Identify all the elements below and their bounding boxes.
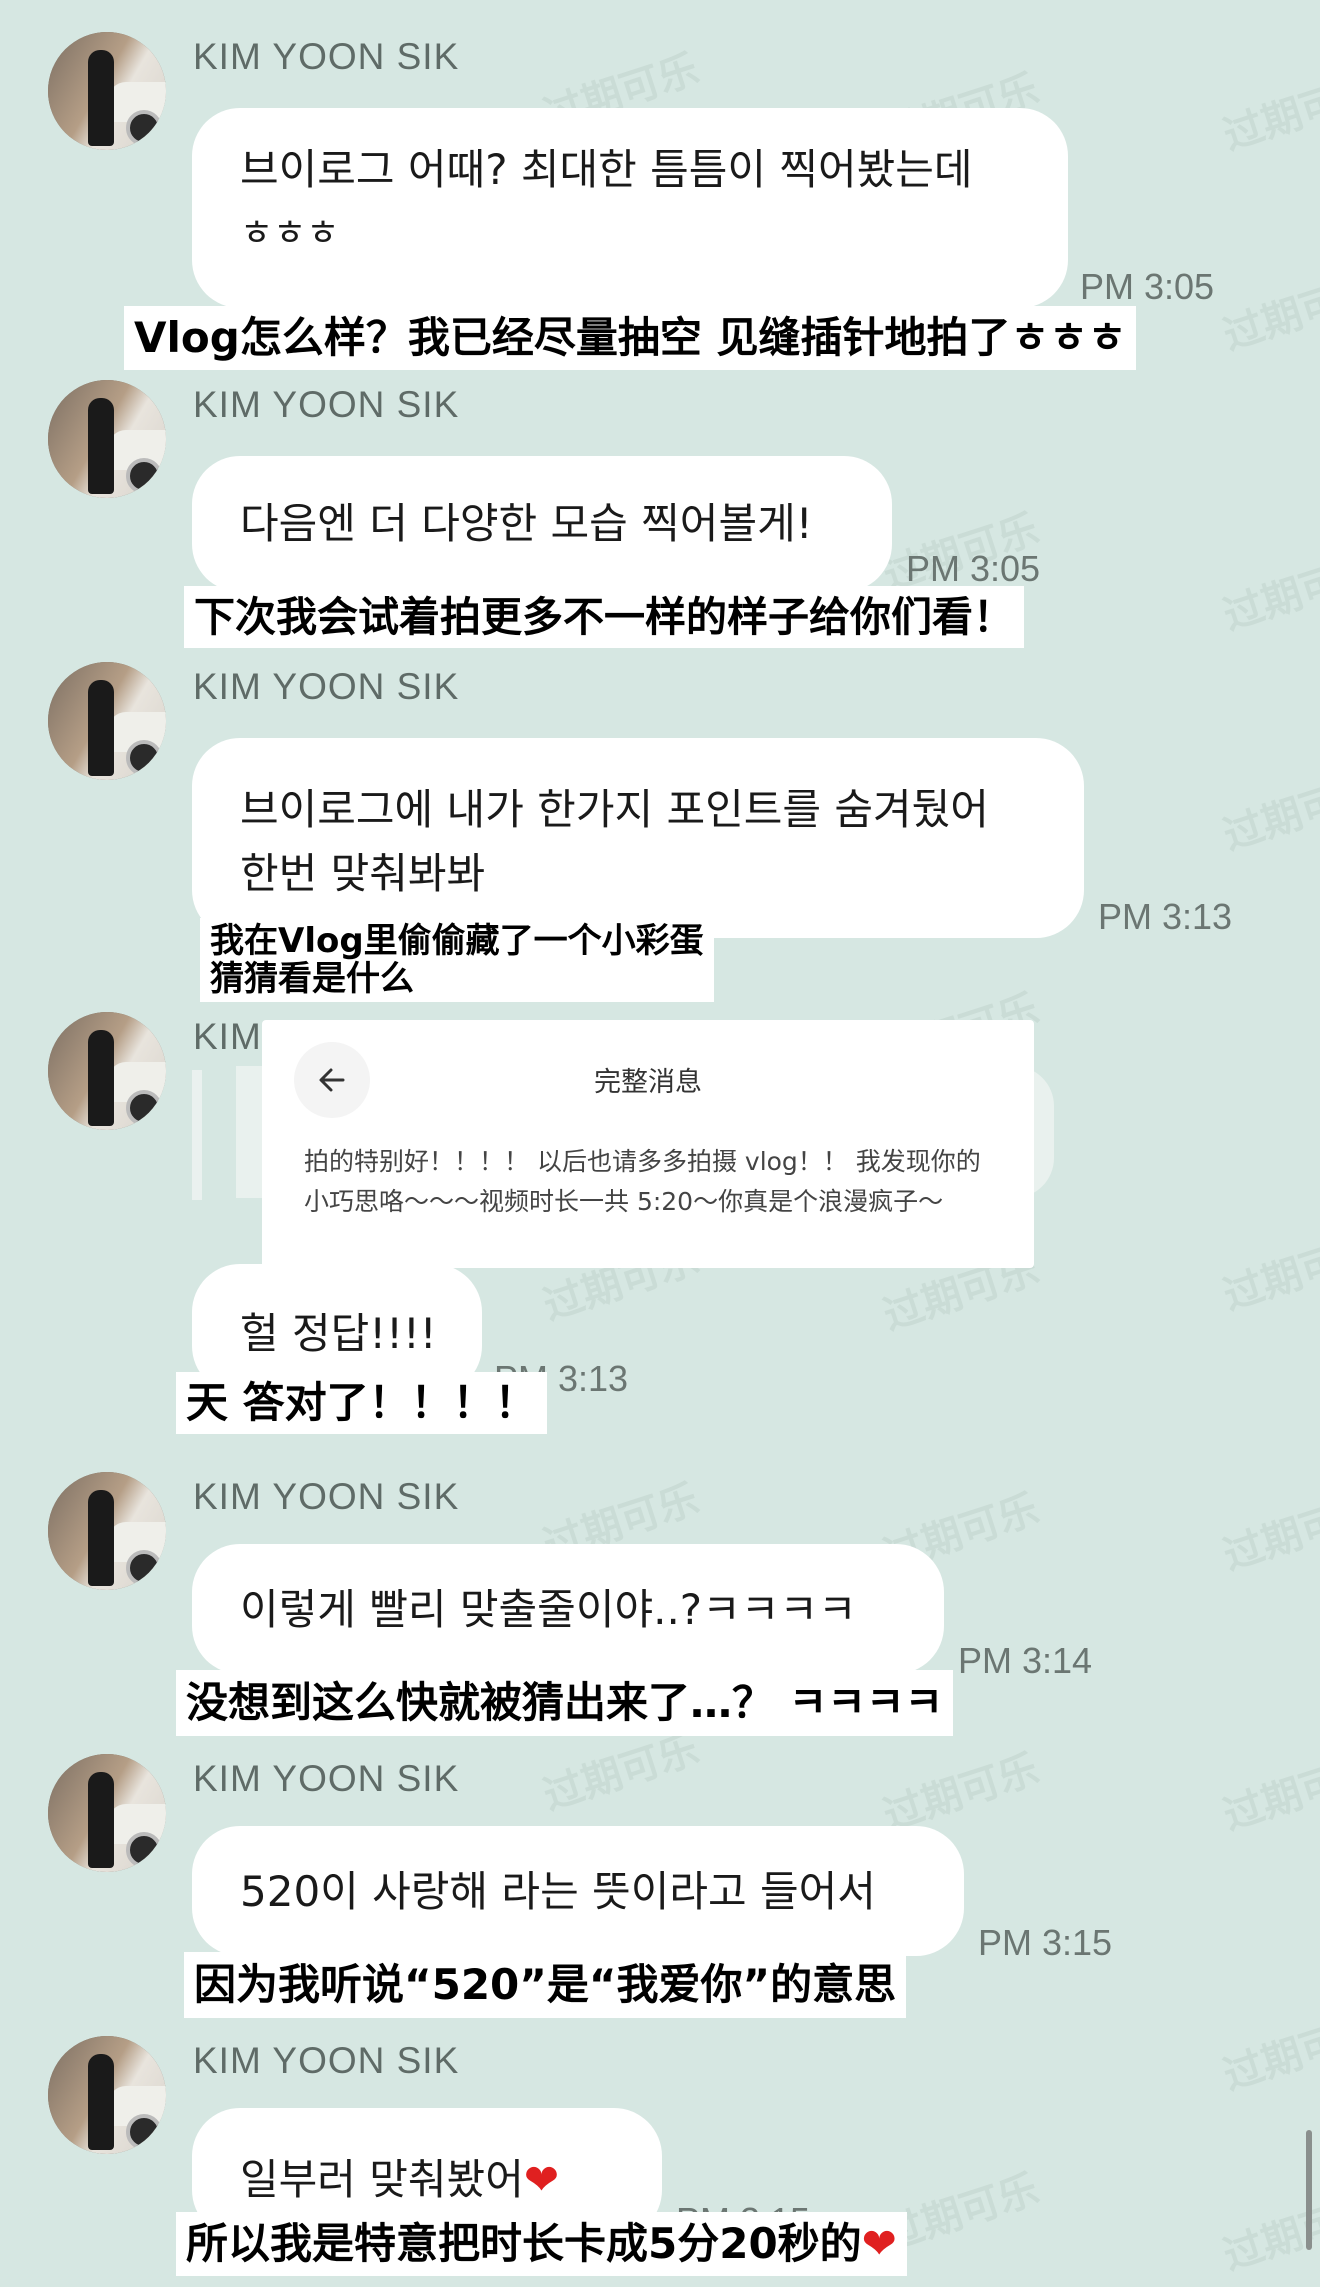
- message-text: 헐 정답!!!!: [240, 1309, 437, 1358]
- watermark: 过期可乐: [1218, 546, 1320, 640]
- message-time: PM 3:13: [1098, 896, 1233, 937]
- message-time: PM 3:14: [958, 1640, 1093, 1681]
- message-time: PM 3:05: [1080, 266, 1215, 307]
- watermark: 过期可乐: [1218, 766, 1320, 860]
- sender-name: KIM YOON SIK: [193, 36, 460, 77]
- translation-caption: 下次我会试着拍更多不一样的样子给你们看！: [184, 586, 1024, 648]
- avatar[interactable]: [48, 380, 166, 498]
- sender-name: KIM YOON SIK: [193, 666, 460, 707]
- message-text: 브이로그 어때? 최대한 틈틈이 찍어봤는데: [240, 145, 973, 194]
- watermark: 过期可乐: [1218, 66, 1320, 160]
- sender-name: KIM YOON SIK: [193, 2040, 460, 2081]
- hidden-bubble-edge: [192, 1070, 202, 1200]
- watermark: 过期可乐: [1218, 1486, 1320, 1580]
- translation-caption: 我在Vlog里偷偷藏了一个小彩蛋 猜猜看是什么: [200, 918, 714, 1002]
- translation-caption: 因为我听说“520”是“我爱你”的意思: [184, 1952, 907, 2018]
- translation-caption: 所以我是特意把时长卡成5分20秒的❤: [176, 2212, 907, 2276]
- panel-message-text: 拍的特别好！！！！ 以后也请多多拍摄 vlog！！ 我发现你的小巧思咯～～～视频…: [304, 1147, 981, 1216]
- sender-name: KIM YOON SIK: [193, 1016, 263, 1057]
- message-text: 다음엔 더 다양한 모습 찍어볼게!: [240, 499, 813, 548]
- translation-caption: 天 答对了！！！！: [176, 1372, 547, 1434]
- message-text: 520이 사랑해 라는 뜻이라고 들어서: [240, 1867, 876, 1916]
- translation-caption: Vlog怎么样？我已经尽量抽空 见缝插针地拍了ㅎㅎㅎ: [124, 306, 1137, 370]
- avatar[interactable]: [48, 1012, 166, 1130]
- watermark: 过期可乐: [1218, 2186, 1320, 2280]
- message-bubble[interactable]: 520이 사랑해 라는 뜻이라고 들어서: [192, 1826, 964, 1956]
- avatar[interactable]: [48, 1472, 166, 1590]
- heart-icon: ❤: [861, 2219, 897, 2268]
- watermark: 过期可乐: [1218, 1746, 1320, 1840]
- message-text: 일부러 맞춰봤어❤: [240, 2155, 560, 2204]
- panel-title: 完整消息: [594, 1067, 702, 1098]
- avatar[interactable]: [48, 662, 166, 780]
- message-bubble[interactable]: 이렇게 빨리 맞출줄이야..?ㅋㅋㅋㅋ: [192, 1544, 944, 1674]
- message-text: ㅎㅎㅎ: [240, 213, 340, 254]
- translation-caption: 没想到这么快就被猜出来了…？ ㅋㅋㅋㅋ: [176, 1670, 954, 1736]
- avatar[interactable]: [48, 2036, 166, 2154]
- message-time: PM 3:05: [906, 548, 1041, 589]
- message-text: 이렇게 빨리 맞출줄이야..?ㅋㅋㅋㅋ: [240, 1585, 857, 1634]
- avatar[interactable]: [48, 32, 166, 150]
- sender-name: KIM YOON SIK: [193, 384, 460, 425]
- message-bubble[interactable]: 브이로그 어때? 최대한 틈틈이 찍어봤는데 ㅎㅎㅎ: [192, 108, 1068, 308]
- message-bubble[interactable]: 다음엔 더 다양한 모습 찍어볼게!: [192, 456, 892, 592]
- watermark: 过期可乐: [1218, 266, 1320, 360]
- sender-name: KIM YOON SIK: [193, 1476, 460, 1517]
- avatar[interactable]: [48, 1754, 166, 1872]
- scrollbar[interactable]: [1306, 2130, 1312, 2250]
- message-bubble[interactable]: 브이로그에 내가 한가지 포인트를 숨겨뒀어 한번 맞춰봐봐: [192, 738, 1084, 938]
- watermark: 过期可乐: [1218, 2006, 1320, 2100]
- full-message-panel: 完整消息 拍的特别好！！！！ 以后也请多多拍摄 vlog！！ 我发现你的小巧思咯…: [262, 1020, 1034, 1268]
- watermark: 过期可乐: [1218, 1226, 1320, 1320]
- sender-name: KIM YOON SIK: [193, 1758, 460, 1799]
- message-text: 한번 맞춰봐봐: [240, 849, 486, 898]
- message-text: 브이로그에 내가 한가지 포인트를 숨겨뒀어: [240, 785, 989, 834]
- message-time: PM 3:15: [978, 1922, 1113, 1963]
- heart-icon: ❤: [523, 2155, 560, 2204]
